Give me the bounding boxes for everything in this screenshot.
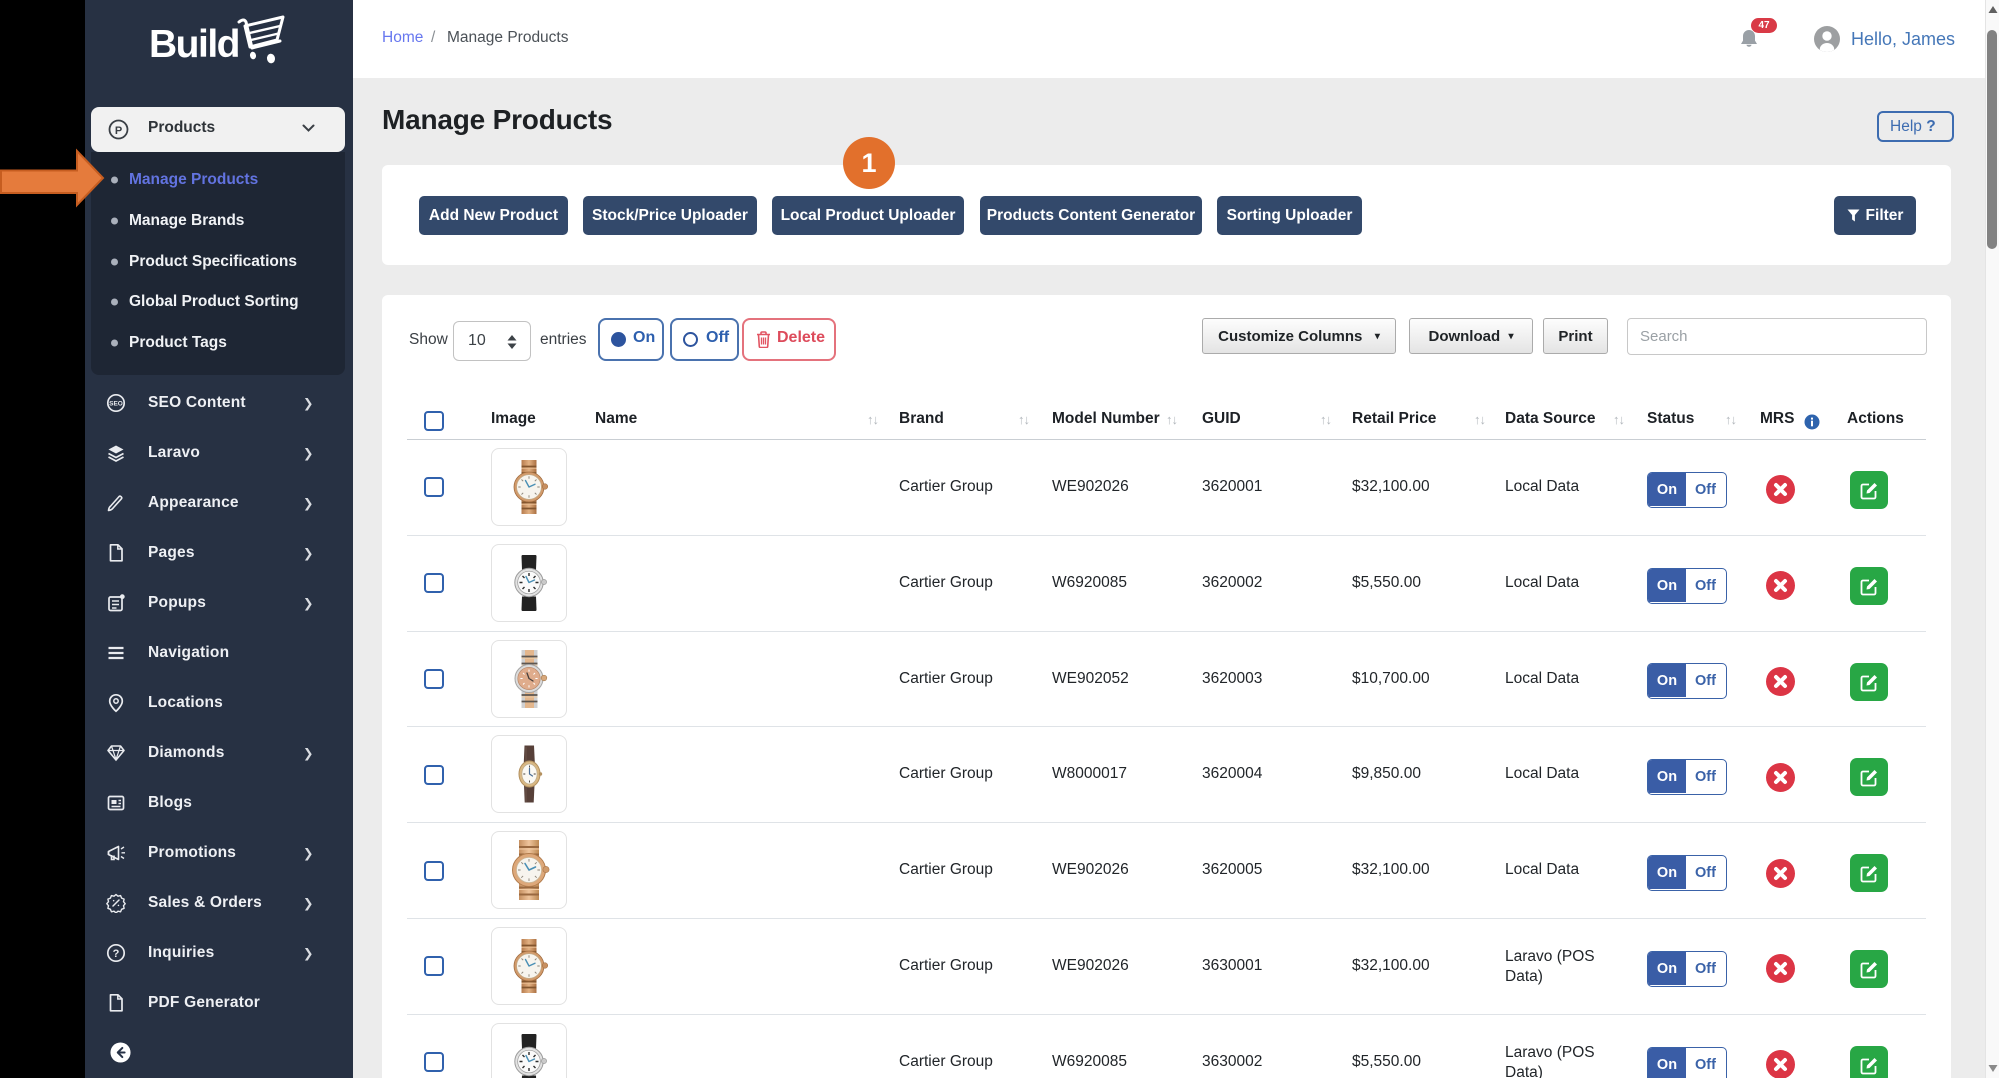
- svg-text:P: P: [115, 125, 122, 137]
- svg-text:SEO: SEO: [109, 401, 123, 408]
- svg-text:Build: Build: [149, 23, 239, 66]
- svg-text:?: ?: [113, 948, 120, 960]
